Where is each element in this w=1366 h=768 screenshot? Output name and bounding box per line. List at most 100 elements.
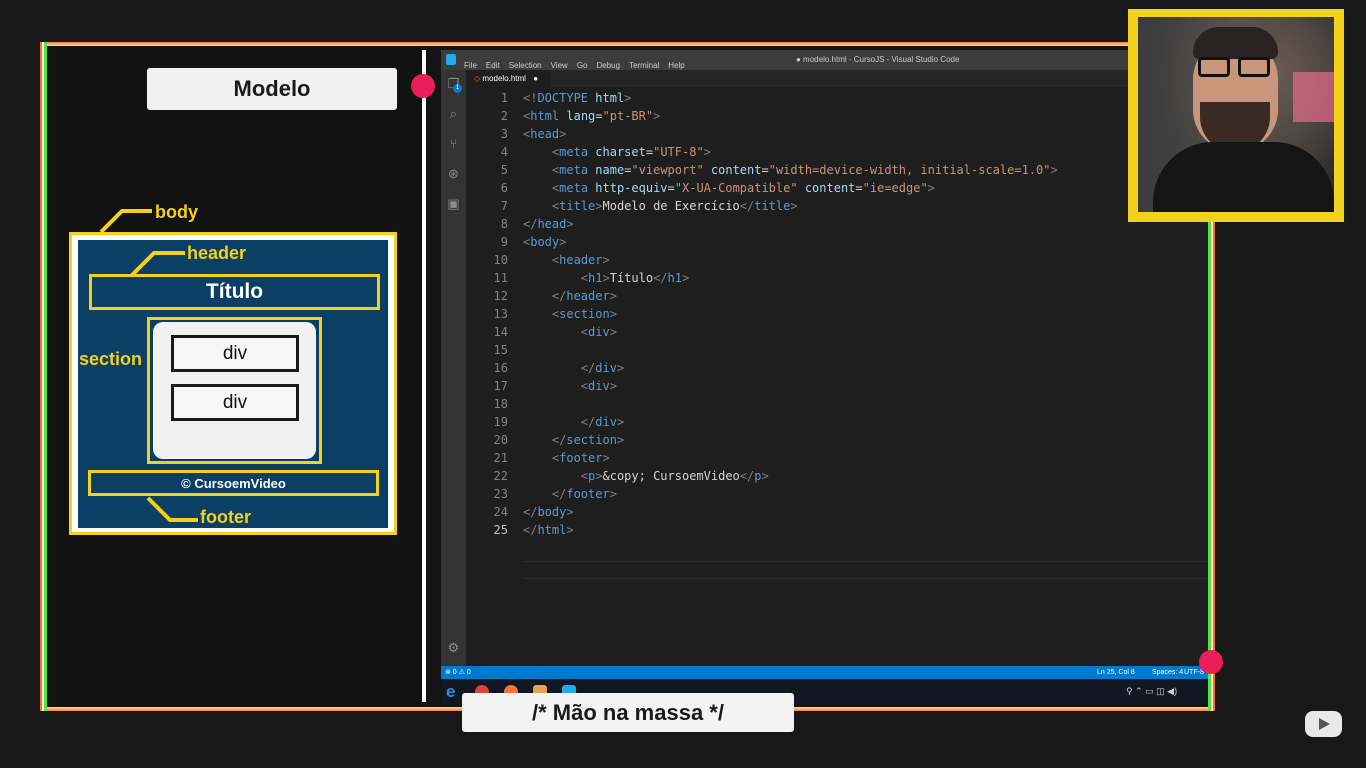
code-line[interactable]: 20 </section> [466, 431, 1208, 449]
current-line-highlight [523, 561, 1208, 579]
code-token: > [595, 469, 603, 483]
code-line[interactable]: 16 </div> [466, 359, 1208, 377]
code-token: > [616, 415, 625, 429]
code-token: = [855, 181, 863, 195]
menu-edit[interactable]: Edit [486, 61, 500, 70]
menu-file[interactable]: File [464, 61, 477, 70]
code-line[interactable]: 23 </footer> [466, 485, 1208, 503]
code-token: head [537, 217, 567, 231]
menu-help[interactable]: Help [668, 61, 684, 70]
code-token: "ie=edge" [862, 181, 928, 195]
code-line[interactable]: 22 <p>&copy; CursoemVideo</p> [466, 467, 1208, 485]
activity-bar: ❐ 1 ⌕ ⑂ ⊛ ▣ ⚙ [441, 70, 466, 666]
youtube-icon[interactable] [1305, 711, 1342, 737]
tab-modelo-html[interactable]: ◇ modelo.html ● [466, 70, 551, 87]
code-text: <!DOCTYPE html> [523, 89, 631, 107]
vscode-window: File Edit Selection View Go Debug Terminal Help… [441, 50, 1208, 706]
code-token: section [559, 307, 610, 321]
edge-browser-icon[interactable]: e [446, 682, 455, 702]
problems-count[interactable]: ⊗ 0 ⚠ 0 [445, 666, 471, 679]
code-token: "viewport" [631, 163, 704, 177]
code-text: <footer> [523, 449, 610, 467]
cursor-position[interactable]: Ln 25, Col 8 [1097, 666, 1135, 679]
menu-selection[interactable]: Selection [509, 61, 542, 70]
code-token: section [566, 433, 617, 447]
code-token: html [537, 523, 567, 537]
code-line[interactable]: 6 <meta http-equiv="X-UA-Compatible" con… [466, 179, 1208, 197]
settings-gear-icon[interactable]: ⚙ [446, 640, 461, 655]
code-line[interactable]: 19 </div> [466, 413, 1208, 431]
div-box-2: div [171, 384, 299, 421]
code-token: <! [523, 91, 538, 105]
header-titulo-box: Título [89, 274, 380, 310]
code-line[interactable]: 7 <title>Modelo de Exercício</title> [466, 197, 1208, 215]
code-token: > [616, 361, 625, 375]
code-text: <h1>Título</h1> [523, 269, 689, 287]
code-token: div [588, 379, 610, 393]
code-line[interactable]: 15 [466, 341, 1208, 359]
code-text: <div> [523, 323, 617, 341]
code-line[interactable]: 12 </header> [466, 287, 1208, 305]
code-line[interactable]: 10 <header> [466, 251, 1208, 269]
code-token: body [537, 505, 567, 519]
line-number: 2 [500, 109, 508, 123]
code-line[interactable]: 8 </head> [466, 215, 1208, 233]
extensions-icon[interactable]: ▣ [446, 196, 461, 211]
code-token: </ [523, 523, 538, 537]
code-token: </ [523, 217, 538, 231]
code-line[interactable]: 5 <meta name="viewport" content="width=d… [466, 161, 1208, 179]
code-line[interactable]: 21 <footer> [466, 449, 1208, 467]
code-token: </ [739, 469, 755, 483]
code-token: < [580, 325, 589, 339]
code-line[interactable]: 17 <div> [466, 377, 1208, 395]
code-token: > [761, 469, 769, 483]
code-token: > [1050, 163, 1058, 177]
code-line[interactable]: 24 </body> [466, 503, 1208, 521]
code-line[interactable]: 18 [466, 395, 1208, 413]
line-number: 21 [493, 451, 508, 465]
debug-icon[interactable]: ⊛ [446, 166, 461, 181]
code-text: <meta http-equiv="X-UA-Compatible" conte… [523, 179, 935, 197]
source-control-icon[interactable]: ⑂ [446, 136, 461, 151]
code-token: html [530, 109, 560, 123]
indent-spaces[interactable]: Spaces: 4 [1152, 666, 1183, 679]
code-token: > [681, 271, 690, 285]
code-token: content [804, 181, 856, 195]
code-line[interactable]: 3 <head> [466, 125, 1208, 143]
div-box-1: div [171, 335, 299, 372]
code-editor[interactable]: 1 <!DOCTYPE html> 2 <html lang="pt-BR"> 3 <he… [466, 87, 1208, 666]
code-line[interactable]: 1 <!DOCTYPE html> [466, 89, 1208, 107]
code-token: </ [580, 415, 596, 429]
menu-go[interactable]: Go [577, 61, 588, 70]
code-text: <head> [523, 125, 566, 143]
code-line[interactable]: 2 <html lang="pt-BR"> [466, 107, 1208, 125]
menu-debug[interactable]: Debug [596, 61, 620, 70]
unsaved-dot: ● [533, 74, 539, 83]
code-line[interactable]: 13 <section> [466, 305, 1208, 323]
code-token: meta [559, 163, 589, 177]
code-line[interactable]: 4 <meta charset="UTF-8"> [466, 143, 1208, 161]
code-token: div [595, 415, 617, 429]
code-token: &copy; CursoemVideo [602, 469, 740, 483]
code-line[interactable]: 9 <body> [466, 233, 1208, 251]
modelo-title: Modelo [147, 68, 397, 110]
code-line[interactable]: 25 </html> [466, 521, 1208, 539]
system-tray-icon[interactable]: ⚲ ⌃ ▭ ◫ ◀) [1126, 686, 1177, 697]
menu-terminal[interactable]: Terminal [629, 61, 659, 70]
search-icon[interactable]: ⌕ [446, 106, 461, 121]
code-line[interactable]: 11 <h1>Título</h1> [466, 269, 1208, 287]
code-token: footer [566, 487, 610, 501]
code-token: Título [609, 271, 654, 285]
menu-view[interactable]: View [551, 61, 568, 70]
code-line[interactable]: 14 <div> [466, 323, 1208, 341]
code-token: > [609, 307, 617, 321]
code-token: div [595, 361, 617, 375]
